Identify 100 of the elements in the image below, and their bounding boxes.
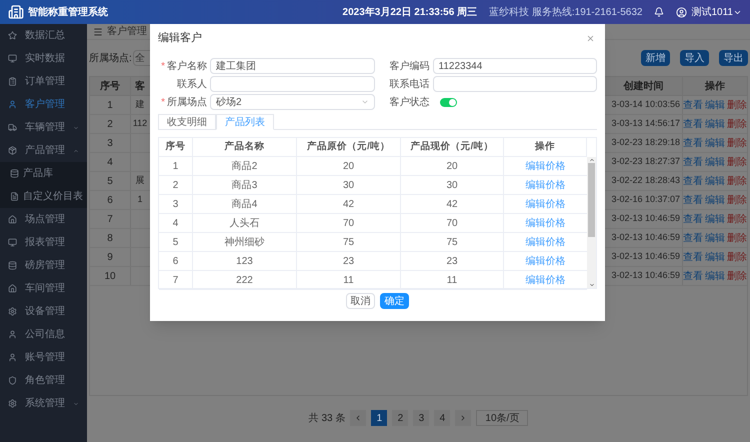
row-action-link[interactable]: 查看 — [683, 116, 703, 132]
field-label: 客户名称 — [167, 60, 207, 74]
row-action-link[interactable]: 删除 — [727, 192, 747, 208]
sidebar-item[interactable]: 产品管理 — [0, 139, 87, 162]
scroll-up-icon[interactable] — [588, 157, 594, 163]
row-action-link[interactable]: 删除 — [727, 116, 747, 132]
row-action-link[interactable]: 编辑 — [705, 116, 725, 132]
sidebar-item[interactable]: 公司信息 — [0, 323, 87, 346]
toolbar-button[interactable]: 新增 — [641, 50, 670, 66]
sidebar-item[interactable]: 实时数据 — [0, 47, 87, 70]
row-action-link[interactable]: 编辑 — [705, 250, 725, 264]
page-button[interactable]: 4 — [434, 410, 450, 426]
next-page-button[interactable] — [455, 410, 472, 426]
status-switch[interactable] — [440, 98, 456, 106]
row-action-link[interactable]: 编辑 — [705, 268, 725, 284]
edit-price-link[interactable]: 编辑价格 — [526, 254, 566, 268]
sidebar-item[interactable]: 报表管理 — [0, 231, 87, 254]
sidebar-item[interactable]: 角色管理 — [0, 369, 87, 392]
row-action-link[interactable]: 删除 — [727, 268, 747, 284]
table-cell: 123 — [193, 252, 297, 270]
table-cell: 3 — [90, 134, 131, 152]
table-cell-text: 展 — [136, 174, 144, 188]
toolbar-button[interactable]: 导出 — [719, 50, 748, 66]
tab[interactable]: 产品列表 — [216, 114, 274, 130]
row-action-link[interactable]: 删除 — [727, 154, 747, 170]
row-action-link[interactable]: 编辑 — [705, 136, 725, 150]
table-cell-text: 建 — [136, 98, 144, 112]
edit-price-link[interactable]: 编辑价格 — [526, 178, 566, 192]
row-action-link[interactable]: 编辑 — [705, 212, 725, 226]
user-menu[interactable]: 测试1011 — [691, 4, 733, 20]
table-cell: 42 — [297, 195, 401, 213]
row-action-link[interactable]: 删除 — [727, 212, 747, 226]
select-field[interactable]: 砂场2 — [210, 94, 374, 110]
sidebar-item[interactable]: 自定义价目表 — [0, 185, 87, 208]
sidebar-item[interactable]: 客户管理 — [0, 93, 87, 116]
scrollbar[interactable] — [587, 157, 596, 288]
table-cell: 7 — [159, 271, 193, 289]
row-action-link[interactable]: 编辑 — [705, 98, 725, 112]
sidebar-item[interactable]: 磅房管理 — [0, 254, 87, 277]
required-mark: * — [161, 60, 165, 74]
row-action-link[interactable]: 查看 — [683, 250, 703, 264]
edit-price-link[interactable]: 编辑价格 — [526, 272, 566, 288]
row-action-link[interactable]: 查看 — [683, 174, 703, 188]
table-cell: 人头石 — [193, 214, 297, 232]
sidebar-item[interactable]: 车辆管理 — [0, 116, 87, 139]
text-field[interactable] — [432, 76, 597, 92]
text-field[interactable]: 建工集团 — [210, 58, 374, 74]
row-action-link[interactable]: 查看 — [683, 212, 703, 226]
row-action-link[interactable]: 编辑 — [705, 192, 725, 208]
row-action-link[interactable]: 查看 — [683, 136, 703, 150]
table-cell: 8 — [90, 229, 131, 247]
text-field[interactable] — [210, 76, 374, 92]
tab[interactable]: 收支明细 — [158, 114, 216, 130]
bell-icon[interactable] — [654, 7, 664, 17]
column-header: 操作 — [704, 80, 726, 94]
toolbar-button[interactable]: 导入 — [680, 50, 709, 66]
table-cell-text: 3-02-16 10:37:07 — [611, 193, 680, 206]
row-action-link[interactable]: 删除 — [727, 230, 747, 246]
edit-price-link[interactable]: 编辑价格 — [526, 158, 566, 174]
prev-page-button[interactable] — [350, 410, 366, 426]
row-action-link[interactable]: 删除 — [727, 98, 747, 112]
row-action-link[interactable]: 查看 — [683, 268, 703, 284]
sidebar-item[interactable]: 订单管理 — [0, 70, 87, 93]
page-size-select[interactable]: 10条/页 — [476, 410, 528, 426]
sidebar-item[interactable]: 系统管理 — [0, 392, 87, 415]
text-field[interactable]: 11223344 — [432, 58, 597, 74]
sidebar-item[interactable]: 场点管理 — [0, 208, 87, 231]
dialog-button[interactable]: 确定 — [380, 293, 409, 309]
sidebar-item[interactable]: 账号管理 — [0, 346, 87, 369]
edit-price-link[interactable]: 编辑价格 — [526, 234, 566, 250]
table-cell: 20 — [297, 157, 401, 175]
sidebar-item[interactable]: 车间管理 — [0, 277, 87, 300]
table-cell: 5 — [159, 233, 193, 251]
column-header: 操作 — [504, 138, 587, 156]
sidebar-item[interactable]: 数据汇总 — [0, 24, 87, 47]
row-action-link[interactable]: 查看 — [683, 98, 703, 112]
page-button[interactable]: 1 — [371, 410, 388, 426]
row-action-link[interactable]: 编辑 — [705, 230, 725, 246]
page-button[interactable]: 3 — [413, 410, 430, 426]
row-action-link[interactable]: 删除 — [727, 136, 747, 150]
sidebar-item[interactable]: 设备管理 — [0, 300, 87, 323]
table-cell: 23 — [401, 252, 504, 270]
row-action-link[interactable]: 删除 — [727, 250, 747, 264]
close-icon[interactable] — [586, 34, 595, 42]
row-action-link[interactable]: 查看 — [683, 192, 703, 208]
edit-price-link[interactable]: 编辑价格 — [526, 216, 566, 230]
page-tab[interactable]: 客户管理 — [107, 24, 147, 39]
table-cell: 1 — [159, 157, 193, 175]
dialog-button[interactable]: 取消 — [346, 293, 375, 309]
table-cell-text: 3-02-13 10:46:59 — [611, 231, 680, 244]
row-action-link[interactable]: 编辑 — [705, 154, 725, 170]
row-action-link[interactable]: 编辑 — [705, 174, 725, 188]
scroll-down-icon[interactable] — [588, 282, 594, 288]
edit-price-link[interactable]: 编辑价格 — [526, 196, 566, 212]
row-action-link[interactable]: 查看 — [683, 154, 703, 170]
row-action-link[interactable]: 删除 — [727, 174, 747, 188]
sidebar-item[interactable]: 产品库 — [0, 162, 87, 185]
row-action-link[interactable]: 查看 — [683, 230, 703, 246]
page-button[interactable]: 2 — [392, 410, 408, 426]
column-header: 序号 — [159, 138, 193, 156]
